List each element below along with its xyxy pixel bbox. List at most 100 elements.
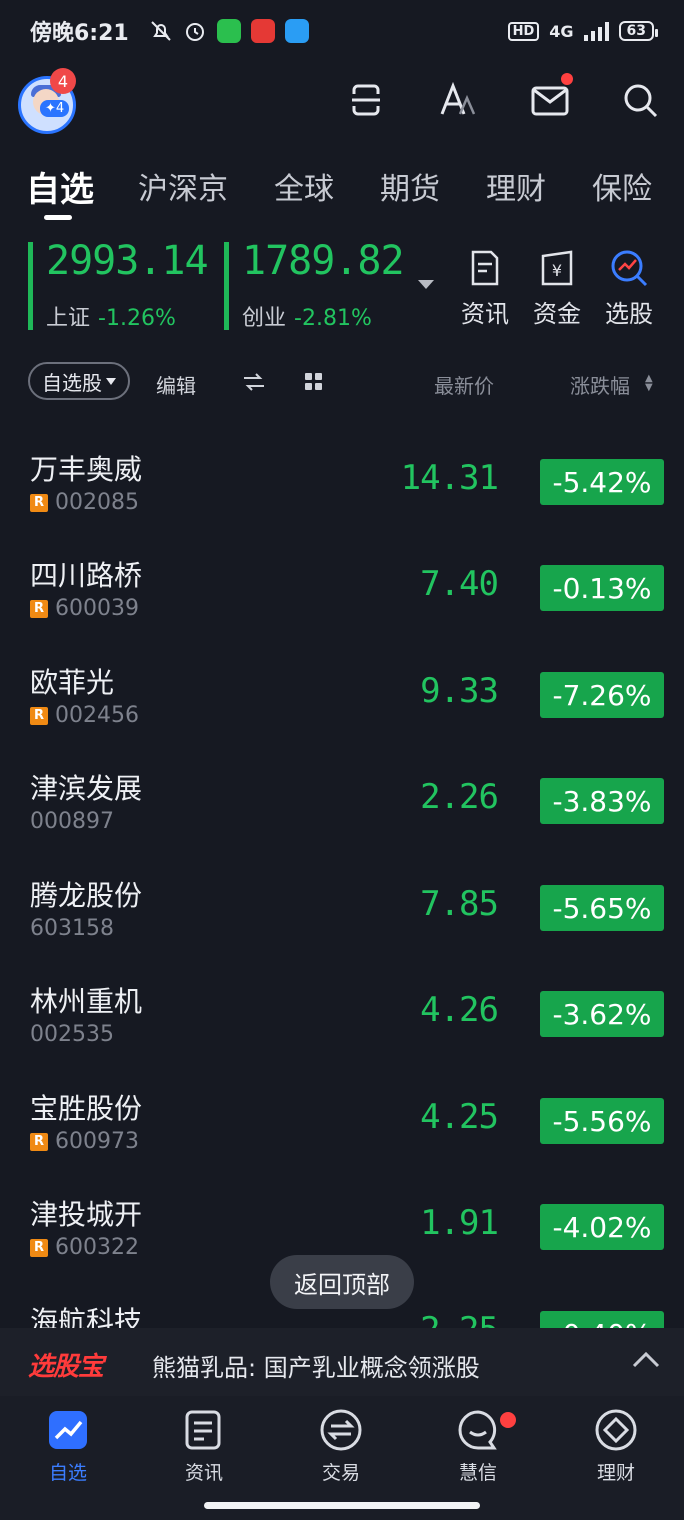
tab-insurance[interactable]: 保险 — [592, 164, 652, 208]
stock-change-badge[interactable]: -0.13% — [540, 565, 664, 611]
stock-name: 林州重机 — [30, 985, 143, 1018]
search-icon[interactable] — [620, 80, 660, 120]
margin-badge: R — [30, 706, 48, 725]
tab-watchlist[interactable]: 自选 — [26, 162, 94, 211]
table-row[interactable]: 欧菲光 R 002456 9.33 -7.26% — [0, 643, 684, 749]
margin-badge: R — [30, 493, 48, 512]
stock-price: 14.31 — [400, 458, 499, 498]
home-indicator[interactable] — [204, 1502, 480, 1509]
chevron-up-icon[interactable] — [632, 1350, 660, 1370]
stock-code: 000897 — [30, 809, 114, 834]
stock-code: 600039 — [55, 596, 139, 621]
diamond-icon — [595, 1409, 637, 1451]
stock-price: 7.40 — [420, 564, 499, 604]
watchlist-header: 自选股 编辑 最新价 涨跌幅 ▲ ▼ — [0, 362, 684, 404]
stock-code: 002456 — [55, 703, 139, 728]
hd-badge: HD — [507, 21, 540, 41]
stock-name: 海航科技 — [30, 1305, 143, 1328]
stock-change-badge[interactable]: -0.40% — [540, 1311, 664, 1328]
price-column-header[interactable]: 最新价 — [434, 370, 494, 399]
table-row[interactable]: 四川路桥 R 600039 7.40 -0.13% — [0, 536, 684, 642]
index-change: -1.26% — [98, 306, 176, 331]
chart-icon — [49, 1411, 87, 1449]
stock-code: 603158 — [30, 916, 114, 941]
swap-view-icon[interactable] — [242, 372, 266, 392]
top-bar: 4 ✦4 — [0, 62, 684, 138]
table-row[interactable]: 万丰奥威 R 002085 14.31 -5.42% — [0, 430, 684, 536]
stock-list: 万丰奥威 R 002085 14.31 -5.42% 四川路桥 R 600039 7… — [0, 430, 684, 1328]
document-icon — [471, 250, 499, 286]
index-name: 创业 — [242, 306, 287, 331]
stock-change-badge[interactable]: -7.26% — [540, 672, 664, 718]
stock-code: 002535 — [30, 1022, 114, 1047]
stock-name: 津滨发展 — [30, 772, 143, 805]
ticker-message[interactable]: 熊猫乳品: 国产乳业概念领涨股 — [152, 1348, 480, 1383]
news-icon — [185, 1410, 221, 1450]
stock-price: 2.26 — [420, 777, 499, 817]
scan-icon[interactable] — [346, 80, 386, 120]
stock-code: 600322 — [55, 1235, 139, 1260]
table-row[interactable]: 林州重机 002535 4.26 -3.62% — [0, 962, 684, 1068]
index-value: 2993.14 — [46, 238, 209, 284]
margin-badge: R — [30, 599, 48, 618]
stock-price: 1.91 — [420, 1203, 499, 1243]
mail-unread-dot — [561, 73, 573, 85]
table-row[interactable]: 腾龙股份 603158 7.85 -5.65% — [0, 856, 684, 962]
stock-picker-quick-button[interactable]: 选股 — [599, 248, 659, 329]
tab-global[interactable]: 全球 — [274, 164, 334, 208]
messages-unread-dot — [500, 1412, 516, 1428]
stock-name: 宝胜股份 — [30, 1092, 143, 1125]
stock-name: 欧菲光 — [30, 666, 115, 699]
grid-view-icon[interactable] — [304, 372, 324, 392]
stock-name: 腾龙股份 — [30, 879, 143, 912]
tab-shanghai-shenzhen-beijing[interactable]: 沪深京 — [138, 164, 228, 208]
nav-wealth[interactable]: 理财 — [566, 1408, 666, 1485]
stock-code: 600973 — [55, 1129, 139, 1154]
stock-change-badge[interactable]: -5.65% — [540, 885, 664, 931]
margin-badge: R — [30, 1132, 48, 1151]
stock-change-badge[interactable]: -4.02% — [540, 1204, 664, 1250]
chevron-down-icon — [106, 377, 116, 385]
stock-price: 9.33 — [420, 671, 499, 711]
nav-news[interactable]: 资讯 — [154, 1408, 254, 1485]
stock-change-badge[interactable]: -3.62% — [540, 991, 664, 1037]
stock-change-badge[interactable]: -5.42% — [540, 459, 664, 505]
stock-change-badge[interactable]: -5.56% — [540, 1098, 664, 1144]
stock-price: 4.26 — [420, 990, 499, 1030]
notification-count-badge: 4 — [50, 68, 76, 94]
app-notification-icon — [250, 19, 275, 43]
nav-trade[interactable]: 交易 — [291, 1408, 391, 1485]
funds-quick-button[interactable]: ¥ 资金 — [527, 248, 587, 329]
network-type: 4G — [549, 21, 574, 41]
table-row[interactable]: 津滨发展 000897 2.26 -3.83% — [0, 749, 684, 855]
stock-name: 津投城开 — [30, 1198, 143, 1231]
index-change: -2.81% — [294, 306, 372, 331]
table-row[interactable]: 宝胜股份 R 600973 4.25 -5.56% — [0, 1069, 684, 1175]
message-app-icon — [284, 19, 309, 43]
chevron-down-icon[interactable] — [418, 280, 434, 289]
font-size-icon[interactable] — [438, 80, 478, 120]
watchlist-group-selector[interactable]: 自选股 — [28, 362, 130, 400]
battery-icon: 63 — [618, 21, 659, 41]
signal-icon — [583, 21, 609, 41]
mail-icon[interactable] — [530, 80, 570, 120]
wechat-icon — [216, 19, 241, 43]
back-to-top-button[interactable]: 返回顶部 — [270, 1255, 414, 1309]
change-column-header[interactable]: 涨跌幅 — [570, 370, 630, 399]
sort-icon[interactable]: ▲ ▼ — [645, 374, 653, 393]
tab-wealth[interactable]: 理财 — [486, 164, 546, 208]
chat-icon — [458, 1410, 497, 1450]
index-name: 上证 — [46, 306, 91, 331]
alarm-icon — [185, 23, 204, 41]
edit-button[interactable]: 编辑 — [156, 370, 196, 399]
news-ticker[interactable]: 选股宝 熊猫乳品: 国产乳业概念领涨股 — [0, 1328, 684, 1396]
stock-change-badge[interactable]: -3.83% — [540, 778, 664, 824]
exchange-icon — [320, 1409, 362, 1451]
nav-watchlist[interactable]: 自选 — [18, 1408, 118, 1485]
index-value: 1789.82 — [242, 238, 405, 284]
tab-futures[interactable]: 期货 — [380, 164, 440, 208]
news-quick-button[interactable]: 资讯 — [455, 248, 515, 329]
margin-badge: R — [30, 1238, 48, 1257]
status-bar: 傍晚6:21 HD 4G 63 — [0, 0, 684, 62]
stock-name: 万丰奥威 — [30, 453, 143, 486]
